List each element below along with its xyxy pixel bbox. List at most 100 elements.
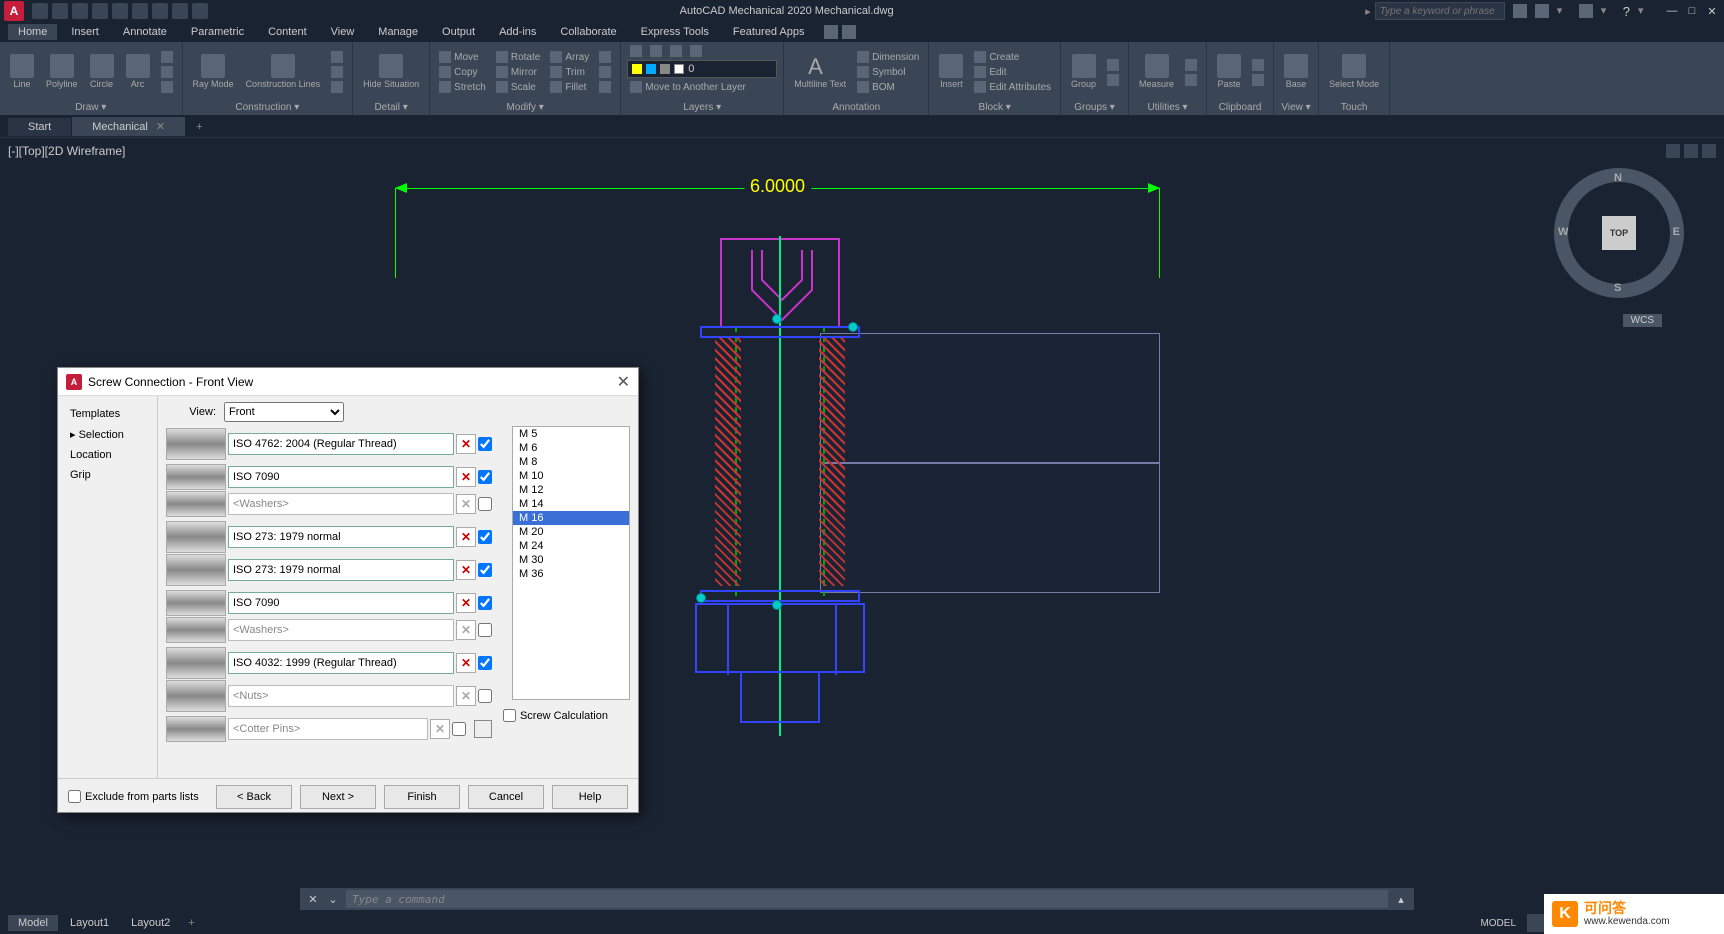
qat-openweb-icon[interactable] [112, 3, 128, 19]
qat-save-icon[interactable] [72, 3, 88, 19]
panel-title-layers[interactable]: Layers ▾ [627, 100, 777, 113]
copy-button[interactable]: Copy [436, 65, 489, 79]
tab-expresstools[interactable]: Express Tools [631, 24, 719, 40]
statustab-layout2[interactable]: Layout2 [121, 915, 180, 931]
dimension-line[interactable]: 6.0000 [395, 178, 1160, 200]
panel-title-utilities[interactable]: Utilities ▾ [1135, 100, 1200, 113]
part-name-washer1[interactable] [228, 466, 454, 488]
insert-button[interactable]: Insert [935, 52, 967, 92]
part-remove-nuts[interactable]: ✕ [456, 686, 476, 706]
modify-extra3[interactable] [596, 80, 614, 94]
fillet-button[interactable]: Fillet [547, 80, 592, 94]
conlines-button[interactable]: Construction Lines [242, 52, 325, 92]
stretch-button[interactable]: Stretch [436, 80, 489, 94]
con-extra1[interactable] [328, 50, 346, 64]
move-to-layer-button[interactable]: Move to Another Layer [627, 80, 749, 94]
cmdline-customize-icon[interactable]: ⌄ [326, 892, 340, 906]
tab-addins[interactable]: Add-ins [489, 24, 546, 40]
tab-content[interactable]: Content [258, 24, 317, 40]
size-m5[interactable]: M 5 [513, 427, 629, 441]
part-name-hole1[interactable] [228, 526, 454, 548]
part-check-washers2[interactable] [478, 623, 492, 637]
qat-workspace-icon[interactable] [192, 3, 208, 19]
app-logo[interactable]: A [4, 1, 24, 21]
size-m14[interactable]: M 14 [513, 497, 629, 511]
screw-calculation-checkbox[interactable]: Screw Calculation [503, 709, 608, 722]
search-input[interactable] [1375, 2, 1505, 20]
tab-home[interactable]: Home [8, 24, 57, 40]
qat-undo-icon[interactable] [152, 3, 168, 19]
washer-top[interactable] [700, 326, 860, 338]
command-line[interactable]: ✕ ⌄ Type a command ▴ [300, 888, 1414, 910]
part-name-nuts[interactable] [228, 685, 454, 707]
part-thumb-nut[interactable] [166, 647, 226, 679]
vp-maximize-icon[interactable] [1684, 144, 1698, 158]
panel-title-block[interactable]: Block ▾ [935, 100, 1054, 113]
tab-manage[interactable]: Manage [368, 24, 428, 40]
size-m6[interactable]: M 6 [513, 441, 629, 455]
scale-button[interactable]: Scale [493, 80, 543, 94]
status-model-label[interactable]: MODEL [1472, 916, 1524, 931]
mirror-button[interactable]: Mirror [493, 65, 543, 79]
part-thumb-hole1[interactable] [166, 521, 226, 553]
group-extra2[interactable] [1104, 73, 1122, 87]
layer-dropdown[interactable]: 0 [627, 60, 777, 78]
dimension-value[interactable]: 6.0000 [744, 176, 811, 197]
panel-title-detail[interactable]: Detail ▾ [359, 100, 423, 113]
size-m20[interactable]: M 20 [513, 525, 629, 539]
tab-featuredapps[interactable]: Featured Apps [723, 24, 815, 40]
tab-insert[interactable]: Insert [61, 24, 109, 40]
modify-extra2[interactable] [596, 65, 614, 79]
raymode-button[interactable]: Ray Mode [189, 52, 238, 92]
part-remove-washers1[interactable]: ✕ [456, 494, 476, 514]
tab-view[interactable]: View [321, 24, 365, 40]
paste-button[interactable]: Paste [1213, 52, 1245, 92]
util-extra2[interactable] [1182, 73, 1200, 87]
mtext-button[interactable]: AMultiline Text [790, 52, 850, 92]
step-location[interactable]: Location [62, 445, 153, 465]
tab-parametric[interactable]: Parametric [181, 24, 254, 40]
filetab-new-button[interactable]: + [186, 118, 212, 136]
grip-3[interactable] [696, 593, 706, 603]
part-check-washer2[interactable] [478, 596, 492, 610]
command-input[interactable]: Type a command [346, 890, 1388, 908]
part-name-washers2[interactable] [228, 619, 454, 641]
symbol-button[interactable]: Symbol [854, 65, 922, 79]
part-remove-screw[interactable]: ✕ [456, 434, 476, 454]
vp-minimize-icon[interactable] [1666, 144, 1680, 158]
clip-extra1[interactable] [1249, 58, 1267, 72]
part-remove-cotter[interactable]: ✕ [430, 719, 450, 739]
viewcube-north[interactable]: N [1614, 172, 1622, 184]
util-extra1[interactable] [1182, 58, 1200, 72]
cancel-button[interactable]: Cancel [468, 785, 544, 809]
tab-collaborate[interactable]: Collaborate [550, 24, 626, 40]
part-thumb-hole2[interactable] [166, 554, 226, 586]
part-remove-nut[interactable]: ✕ [456, 653, 476, 673]
selection-rect-lower[interactable] [820, 463, 1160, 593]
part-thumb-washers1[interactable] [166, 491, 226, 517]
grip-4[interactable] [772, 600, 782, 610]
user-icon[interactable] [1535, 4, 1549, 18]
cmdline-expand-icon[interactable]: ▴ [1394, 892, 1408, 906]
modify-extra1[interactable] [596, 50, 614, 64]
next-button[interactable]: Next > [300, 785, 376, 809]
screw-end[interactable] [740, 673, 820, 723]
dimension-button[interactable]: Dimension [854, 50, 922, 64]
part-name-nut[interactable] [228, 652, 454, 674]
panel-title-construction[interactable]: Construction ▾ [189, 100, 347, 113]
statustab-add[interactable]: + [182, 917, 200, 929]
qat-redo-icon[interactable] [172, 3, 188, 19]
cmdline-close-icon[interactable]: ✕ [306, 892, 320, 906]
con-extra2[interactable] [328, 65, 346, 79]
part-thumb-washer1[interactable] [166, 464, 226, 490]
part-name-hole2[interactable] [228, 559, 454, 581]
qat-saveas-icon[interactable] [92, 3, 108, 19]
tab-extra1-icon[interactable] [824, 25, 838, 39]
part-check-nuts[interactable] [478, 689, 492, 703]
dialog-titlebar[interactable]: A Screw Connection - Front View ✕ [58, 368, 638, 396]
edit-block-button[interactable]: Edit [971, 65, 1054, 79]
statustab-layout1[interactable]: Layout1 [60, 915, 119, 931]
tab-output[interactable]: Output [432, 24, 485, 40]
dialog-close-button[interactable]: ✕ [617, 372, 630, 392]
size-m36[interactable]: M 36 [513, 567, 629, 581]
